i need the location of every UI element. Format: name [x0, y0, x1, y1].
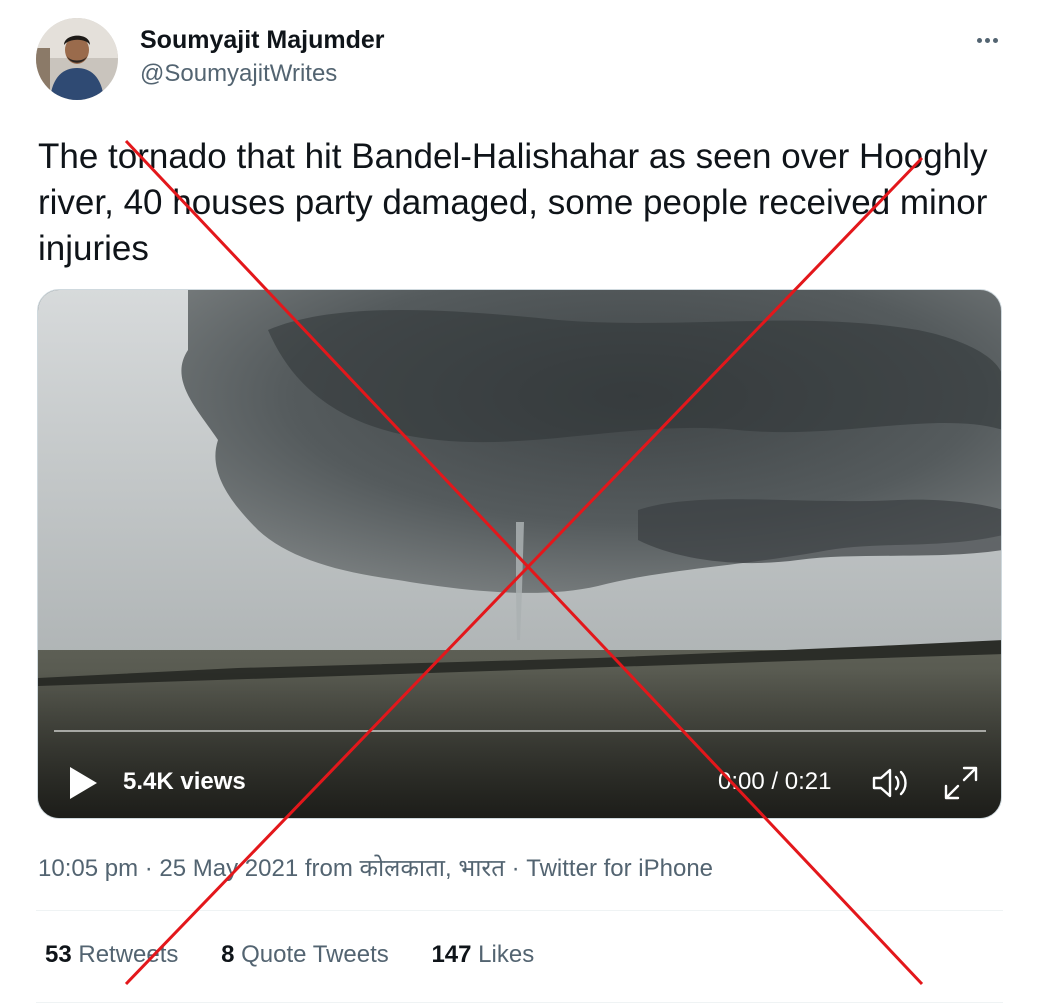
retweets-label: Retweets: [78, 941, 179, 968]
meta-separator: ·: [511, 855, 520, 882]
meta-separator: ·: [144, 855, 153, 882]
video-progress-bar[interactable]: [54, 730, 986, 732]
tweet-card: Soumyajit Majumder @SoumyajitWrites The …: [0, 0, 1044, 1008]
tweet-location[interactable]: कोलकाता, भारत: [360, 855, 505, 882]
likes-stat[interactable]: 147 Likes: [431, 941, 534, 969]
author-handle[interactable]: @SoumyajitWrites: [140, 60, 337, 88]
tweet-text: The tornado that hit Bandel-Halishahar a…: [38, 137, 988, 268]
video-player[interactable]: 5.4K views 0:00 / 0:21: [37, 289, 1002, 819]
video-frame: [38, 290, 1001, 818]
fullscreen-icon[interactable]: [942, 764, 980, 802]
video-view-count: 5.4K views: [123, 768, 246, 795]
avatar[interactable]: [36, 18, 118, 100]
quote-tweets-count: 8: [221, 941, 235, 968]
volume-icon[interactable]: [871, 766, 913, 800]
tweet-source[interactable]: Twitter for iPhone: [526, 855, 713, 882]
quote-tweets-label: Quote Tweets: [241, 941, 389, 968]
engagement-stats: 53 Retweets 8 Quote Tweets 147 Likes: [45, 941, 570, 969]
divider: [36, 910, 1003, 911]
author-display-name[interactable]: Soumyajit Majumder: [140, 26, 385, 55]
likes-label: Likes: [478, 941, 535, 968]
likes-count: 147: [431, 941, 472, 968]
divider: [36, 1002, 1003, 1003]
tweet-time[interactable]: 10:05 pm: [38, 855, 138, 882]
more-icon[interactable]: [968, 22, 1008, 58]
tweet-metadata: 10:05 pm · 25 May 2021 from कोलकाता, भार…: [38, 851, 713, 884]
quote-tweets-stat[interactable]: 8 Quote Tweets: [221, 941, 389, 969]
play-icon[interactable]: [66, 764, 100, 802]
retweets-count: 53: [45, 941, 72, 968]
video-time: 0:00 / 0:21: [718, 768, 832, 795]
retweets-stat[interactable]: 53 Retweets: [45, 941, 178, 969]
tweet-date[interactable]: 25 May 2021: [159, 855, 298, 882]
from-prefix: from: [304, 855, 353, 882]
